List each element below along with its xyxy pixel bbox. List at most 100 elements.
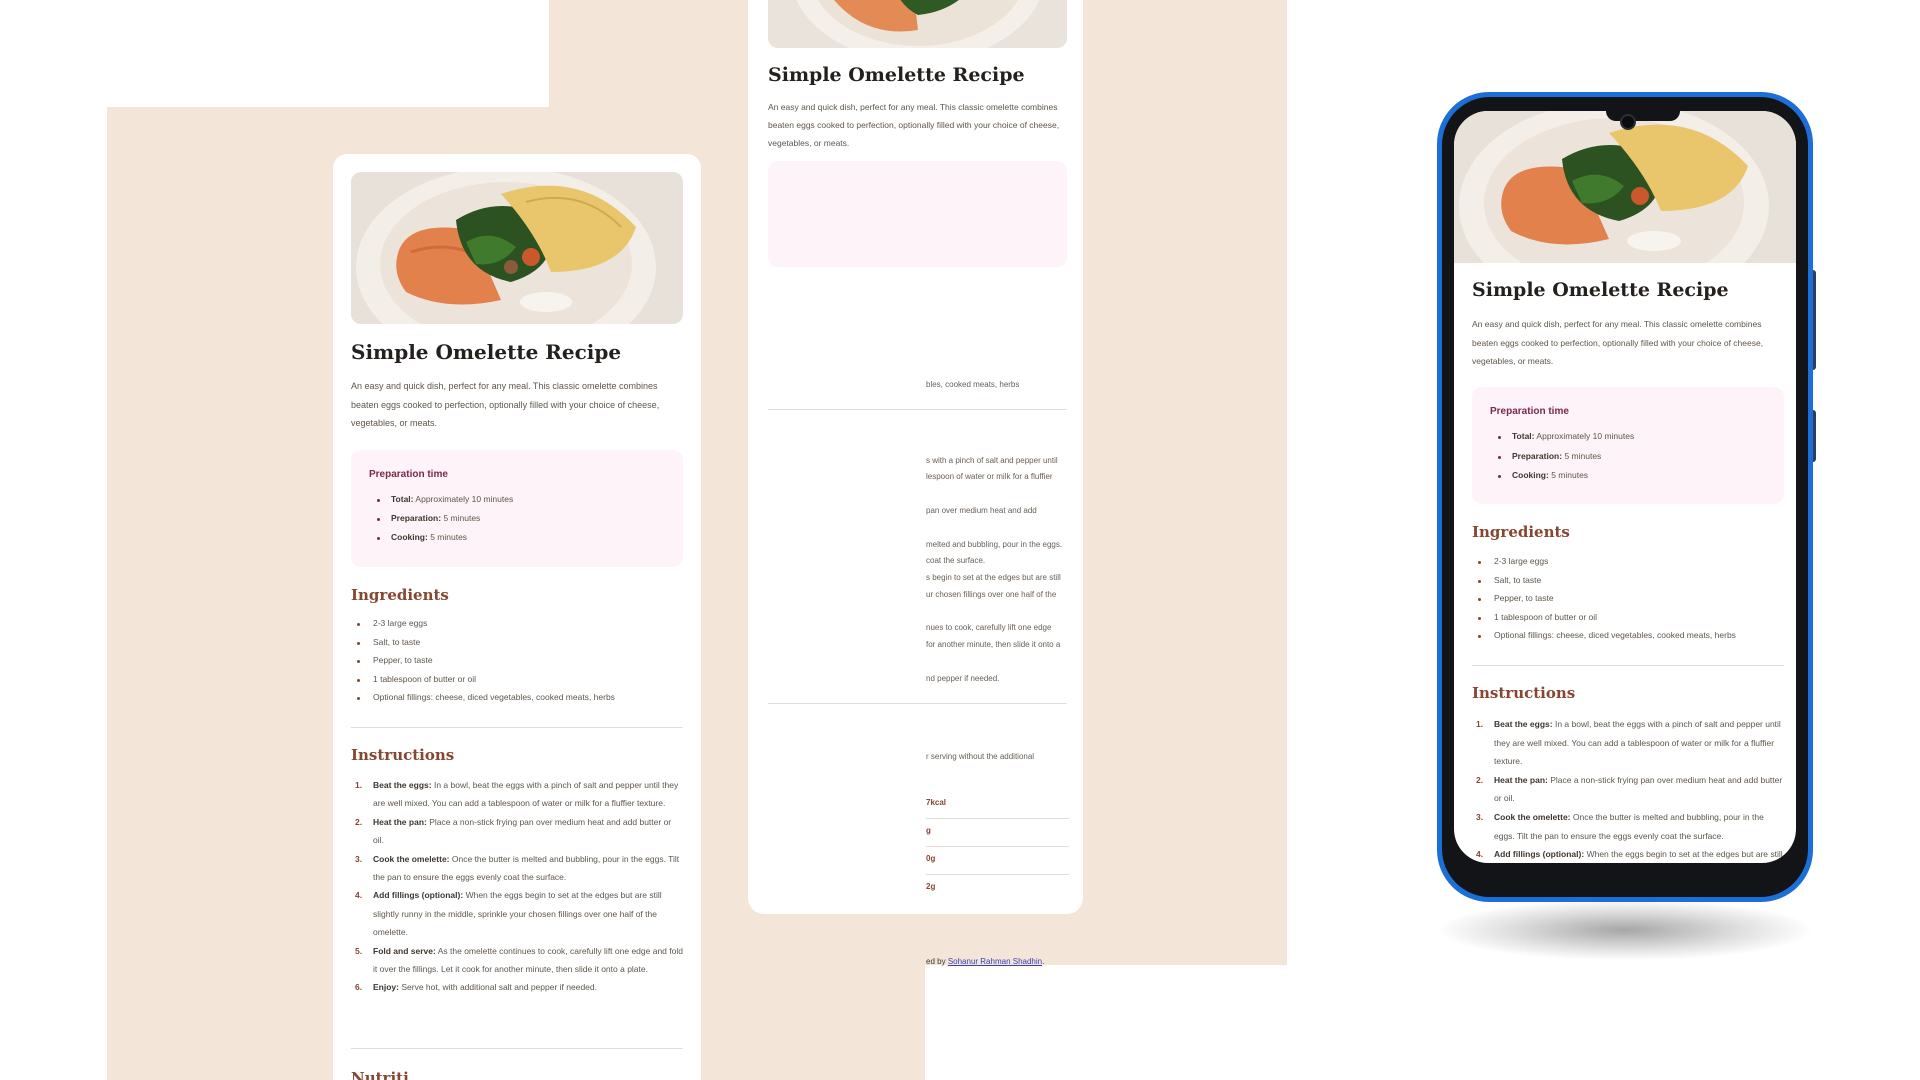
- recipe-title: Simple Omelette Recipe: [351, 340, 622, 364]
- attribution-link[interactable]: Sohanur Rahman Shadhin: [948, 957, 1042, 966]
- step-number: 5.: [355, 945, 363, 956]
- prep-value: 5 minutes: [430, 532, 468, 542]
- instruction-fragment: s with a pinch of salt and pepper until: [926, 456, 1058, 465]
- nutrition-fragment: r serving without the additional: [926, 752, 1035, 761]
- ingredient-item: 2-3 large eggs: [357, 618, 615, 637]
- attribution: ed by Sohanur Rahman Shadhin.: [926, 957, 1044, 966]
- instruction-fragment: nd pepper if needed.: [926, 674, 1000, 683]
- step-label: Fold and serve:: [373, 945, 436, 956]
- ingredient-item: Pepper, to taste: [1478, 593, 1736, 612]
- prep-time-title: Preparation time: [369, 469, 448, 480]
- step-label: Heat the pan:: [1494, 774, 1548, 785]
- step-label: Beat the eggs:: [1494, 719, 1553, 729]
- ingredients-title: Ingredients: [1472, 523, 1570, 541]
- instruction-fragment: pan over medium heat and add: [926, 506, 1037, 515]
- step-label: Add fillings (optional):: [373, 890, 464, 901]
- front-camera-icon: [1620, 114, 1636, 130]
- nutrition-row-divider: [926, 846, 1069, 847]
- omelette-photo: [1454, 111, 1796, 263]
- prep-value: Approximately 10 minutes: [1536, 431, 1635, 441]
- attribution-prefix: ed by: [926, 957, 946, 966]
- nutrition-row-divider: [926, 874, 1069, 875]
- ingredient-item: Salt, to taste: [357, 637, 615, 656]
- step-label: Enjoy:: [373, 982, 399, 993]
- prep-label: Preparation:: [391, 513, 442, 523]
- recipe-description: An easy and quick dish, perfect for any …: [1472, 319, 1764, 366]
- prep-item-total: Total: Approximately 10 minutes: [1497, 431, 1635, 451]
- step-number: 1.: [355, 780, 363, 790]
- ingredient-item: Pepper, to taste: [357, 655, 615, 674]
- instruction-step: 4. Add fillings (optional): When the eggs…: [351, 886, 683, 941]
- prep-label: Total:: [391, 494, 414, 504]
- instruction-step: 3. Cook the omelette: Once the butter is …: [1472, 808, 1784, 845]
- divider: [1472, 665, 1784, 666]
- step-text: Serve hot, with additional salt and pepp…: [401, 982, 597, 993]
- prep-label: Cooking:: [1512, 470, 1549, 480]
- ingredient-item: Optional fillings: cheese, diced vegetab…: [1478, 630, 1736, 649]
- step-label: Heat the pan:: [373, 816, 427, 827]
- step-number: 3.: [1476, 811, 1484, 822]
- step-label: Cook the omelette:: [1494, 811, 1571, 822]
- prep-time-box: Preparation time Total: Approximately 10…: [351, 450, 683, 567]
- nutrition-value: 2g: [926, 882, 936, 891]
- ingredients-list: 2-3 large eggs Salt, to taste Pepper, to…: [1478, 556, 1736, 649]
- ingredient-item: Salt, to taste: [1478, 575, 1736, 594]
- instruction-fragment: for another minute, then slide it onto a: [926, 640, 1061, 649]
- instruction-fragment: ur chosen fillings over one half of the: [926, 590, 1057, 599]
- attribution-end: .: [1042, 957, 1045, 966]
- recipe-title: Simple Omelette Recipe: [768, 64, 1025, 86]
- prep-label: Preparation:: [1512, 450, 1563, 461]
- prep-time-list: Total: Approximately 10 minutes Preparat…: [376, 494, 513, 551]
- recipe-title: Simple Omelette Recipe: [1472, 279, 1729, 301]
- prep-time-title: Preparation time: [1490, 406, 1569, 417]
- ingredient-item: Optional fillings: cheese, diced vegetab…: [357, 692, 615, 711]
- nutrition-value: g: [926, 826, 931, 835]
- nutrition-value: 7kcal: [926, 798, 947, 807]
- ingredient-item: 1 tablespoon of butter or oil: [357, 674, 615, 693]
- omelette-photo: [351, 172, 683, 324]
- phone-screen[interactable]: Simple Omelette Recipe An easy and quick…: [1454, 111, 1796, 863]
- instruction-fragment: coat the surface.: [926, 556, 986, 565]
- step-number: 4.: [355, 890, 363, 901]
- instruction-step: 6. Enjoy: Serve hot, with additional salt…: [351, 978, 683, 996]
- instruction-fragment: melted and bubbling, pour in the eggs.: [926, 540, 1063, 549]
- prep-value: 5 minutes: [1564, 450, 1602, 461]
- prep-item-cooking: Cooking: 5 minutes: [1497, 470, 1634, 490]
- step-number: 2.: [1476, 774, 1484, 785]
- instruction-step: 3. Cook the omelette: Once the butter is …: [351, 850, 683, 887]
- prep-label: Cooking:: [391, 532, 428, 542]
- ingredient-fragment: bles, cooked meats, herbs: [926, 380, 1020, 389]
- ingredient-item: 1 tablespoon of butter or oil: [1478, 612, 1736, 631]
- instructions-list: 1. Beat the eggs: In a bowl, beat the egg…: [1472, 715, 1784, 863]
- recipe-card-main: Simple Omelette Recipe An easy and quick…: [333, 154, 701, 1080]
- step-number: 1.: [1476, 719, 1484, 729]
- nutrition-row-divider: [926, 818, 1069, 819]
- prep-item-cooking: Cooking: 5 minutes: [376, 532, 513, 551]
- instruction-step: 5. Fold and serve: As the omelette contin…: [351, 942, 683, 979]
- step-label: Add fillings (optional):: [1494, 849, 1585, 860]
- ingredient-item: 2-3 large eggs: [1478, 556, 1736, 575]
- instruction-fragment: lespoon of water or milk for a fluffier: [926, 472, 1053, 481]
- prep-value: 5 minutes: [1551, 470, 1589, 480]
- recipe-description: An easy and quick dish, perfect for any …: [351, 381, 660, 428]
- divider: [351, 1048, 683, 1049]
- prep-item-total: Total: Approximately 10 minutes: [376, 494, 513, 513]
- ingredients-title: Ingredients: [351, 586, 449, 604]
- nutrition-title: Nutriti: [351, 1069, 409, 1080]
- instruction-step: 1. Beat the eggs: In a bowl, beat the egg…: [1472, 715, 1784, 771]
- prep-time-box: [768, 161, 1067, 267]
- instructions-title: Instructions: [351, 746, 455, 764]
- ingredients-list: 2-3 large eggs Salt, to taste Pepper, to…: [357, 618, 615, 711]
- step-label: Beat the eggs:: [373, 780, 432, 790]
- instruction-fragment: s begin to set at the edges but are stil…: [926, 573, 1061, 582]
- step-number: 6.: [355, 982, 363, 993]
- instructions-title: Instructions: [1472, 684, 1576, 702]
- recipe-description: An easy and quick dish, perfect for any …: [768, 102, 1060, 148]
- instruction-step: 4. Add fillings (optional): When the eggs…: [1472, 845, 1784, 863]
- prep-value: 5 minutes: [443, 513, 481, 523]
- instruction-step: 2. Heat the pan: Place a non-stick frying…: [1472, 771, 1784, 808]
- step-label: Cook the omelette:: [373, 853, 450, 864]
- step-number: 3.: [355, 853, 363, 864]
- prep-time-box: Preparation time Total: Approximately 10…: [1472, 387, 1784, 504]
- divider: [768, 703, 1067, 704]
